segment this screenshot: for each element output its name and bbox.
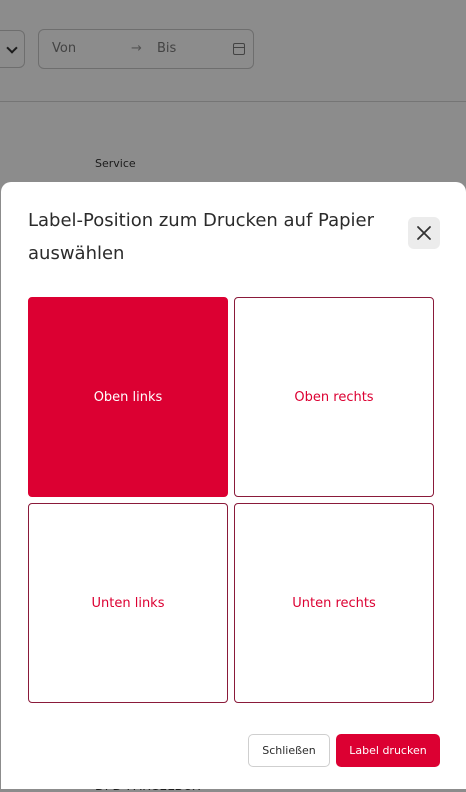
print-label-button[interactable]: Label drucken — [336, 734, 440, 767]
position-grid: Oben links Oben rechts Unten links Unten… — [28, 297, 434, 703]
position-top-right[interactable]: Oben rechts — [234, 297, 434, 497]
position-bottom-right[interactable]: Unten rechts — [234, 503, 434, 703]
position-top-left[interactable]: Oben links — [28, 297, 228, 497]
position-bottom-left[interactable]: Unten links — [28, 503, 228, 703]
position-label: Oben rechts — [294, 389, 374, 405]
schliessen-button[interactable]: Schließen — [248, 734, 330, 767]
close-button[interactable] — [408, 217, 440, 249]
position-label: Oben links — [93, 389, 163, 405]
position-label: Unten rechts — [292, 595, 376, 611]
dialog-title: Label-Position zum Drucken auf Papier au… — [28, 210, 374, 264]
label-position-dialog: Label-Position zum Drucken auf Papier au… — [1, 182, 466, 789]
close-icon — [417, 226, 431, 240]
position-label: Unten links — [91, 595, 165, 611]
